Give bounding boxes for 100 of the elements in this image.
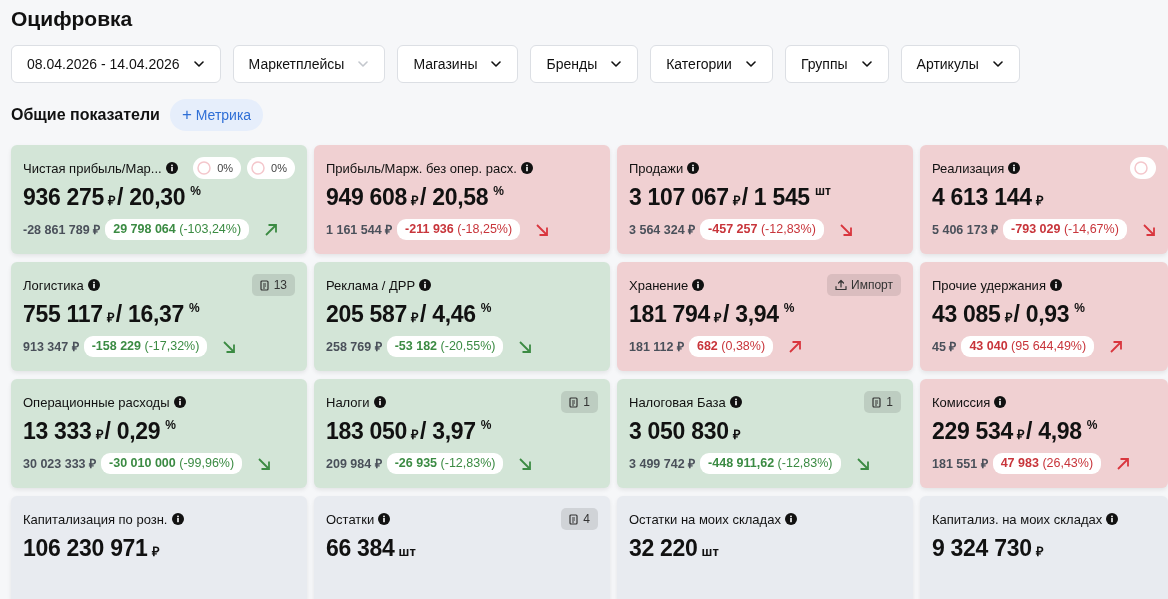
filter-dropdown[interactable]: Магазины [397,45,519,83]
previous-value: 209 984 ₽ [326,456,382,472]
document-count-badge[interactable]: 1 [561,391,598,413]
metric-value: 3 050 830 [629,418,729,445]
change-badge: 682 (0,38%) [688,336,774,357]
metric-title: Капитализ. на моих складах [932,511,1103,527]
change-badge: -30 010 000 (-99,96%) [101,453,243,474]
metric-value: 13 333 [23,418,92,445]
ring-icon [251,161,266,175]
info-icon [994,396,1007,408]
info-icon [378,513,391,525]
unit-label: ₽ [411,192,420,209]
unit-label: % [493,184,504,198]
upload-icon [835,279,848,291]
previous-value: 30 023 333 ₽ [23,456,97,472]
change-badge: 29 798 064 (-103,24%) [105,219,250,240]
unit-label: шт [701,544,719,559]
info-icon [729,396,742,408]
metric-value: 205 587 [326,301,408,328]
metric-value: 66 384 [326,535,395,562]
filter-dropdown[interactable]: Категории [650,45,773,83]
change-badge: -26 935 (-12,83%) [386,453,504,474]
previous-value: -28 861 789 ₽ [23,222,101,238]
metric-title: Капитализация по розн. [23,511,168,527]
import-button[interactable]: Импорт [827,274,901,296]
filter-dropdown[interactable]: Артикулы [900,45,1020,83]
info-icon [784,513,797,525]
unit-label: % [1086,418,1098,432]
unit-label: % [783,301,795,315]
document-icon [259,279,269,291]
previous-value: 3 564 324 ₽ [629,222,696,238]
previous-value: 1 161 544 ₽ [326,222,393,238]
info-icon [692,279,705,291]
metric-ratio: / 16,37 [115,301,185,328]
filter-dropdown[interactable]: 08.04.2026 - 14.04.2026 [11,45,221,83]
previous-value: 3 499 742 ₽ [629,456,696,472]
filter-dropdown[interactable]: Бренды [530,45,639,83]
previous-value: 45 ₽ [932,339,957,355]
unit-label: ₽ [732,426,741,443]
metric-value: 9 324 730 [932,535,1032,562]
document-count-badge[interactable]: 4 [561,508,598,530]
info-icon [419,279,432,291]
metric-title: Продажи [629,160,684,176]
unit-label: ₽ [151,543,160,560]
filter-dropdown[interactable]: Группы [784,45,889,83]
metric-value: 949 608 [326,184,408,211]
change-badge: -448 911,62 (-12,83%) [700,453,841,474]
metric-title: Остатки на моих складах [629,511,781,527]
unit-label: ₽ [95,427,104,443]
metric-title: Комиссия [932,394,991,410]
metric-title: Операционные расходы [23,394,170,410]
change-badge: -158 229 (-17,32%) [83,336,208,357]
document-icon [872,396,882,408]
metric-title: Логистика [23,277,84,293]
unit-label: % [165,418,176,432]
metric-title: Налоги [326,394,370,410]
unit-label: ₽ [1035,543,1044,560]
change-badge: 43 040 (95 644,49%) [961,336,1095,357]
unit-label: ₽ [108,192,117,209]
unit-label: шт [814,184,831,198]
document-count-badge[interactable]: 13 [251,274,295,296]
unit-label: ₽ [106,309,115,326]
info-icon [87,279,100,291]
percent-badge[interactable]: 0% [193,157,242,179]
unit-label: шт [398,544,416,559]
metric-value: 755 117 [23,301,103,328]
metric-title: Прочие удержания [932,277,1046,293]
unit-label: % [190,184,201,198]
metric-ratio: / 0,93 [1013,301,1070,328]
unit-label: % [480,301,492,315]
metric-value: 3 107 067 [629,184,729,211]
unit-label: % [189,301,200,315]
unit-label: ₽ [411,426,420,443]
metric-value: 4 613 144 [932,184,1032,211]
previous-value: 181 112 ₽ [629,339,684,355]
change-badge: -457 257 (-12,83%) [700,219,824,240]
percent-badge[interactable] [1130,157,1156,179]
info-icon [520,162,533,174]
metric-title: Реклама / ДРР [326,277,416,293]
info-icon [1008,162,1021,174]
previous-value: 5 406 173 ₽ [932,222,999,238]
unit-label: ₽ [732,192,741,209]
metric-title: Остатки [326,511,375,527]
metric-ratio: / 4,46 [420,301,476,328]
info-icon [171,513,184,525]
metric-value: 181 794 [629,301,711,328]
unit-label: ₽ [1035,192,1044,209]
percent-badge[interactable]: 0% [247,157,295,179]
metric-value: 936 275 [23,184,105,211]
document-icon [569,513,579,525]
page-title: Оцифровка [11,6,134,32]
previous-value: 258 769 ₽ [326,339,382,355]
section-title: Общие показатели [11,106,160,124]
metric-title: Чистая прибыль/Мар... [23,160,162,176]
document-count-badge[interactable]: 1 [864,391,901,413]
unit-label: ₽ [1017,426,1026,443]
add-metric-button[interactable]: + Метрика [169,99,264,131]
info-icon [373,396,386,408]
metric-ratio: / 20,30 [117,184,186,211]
metric-title: Налоговая База [629,394,726,410]
